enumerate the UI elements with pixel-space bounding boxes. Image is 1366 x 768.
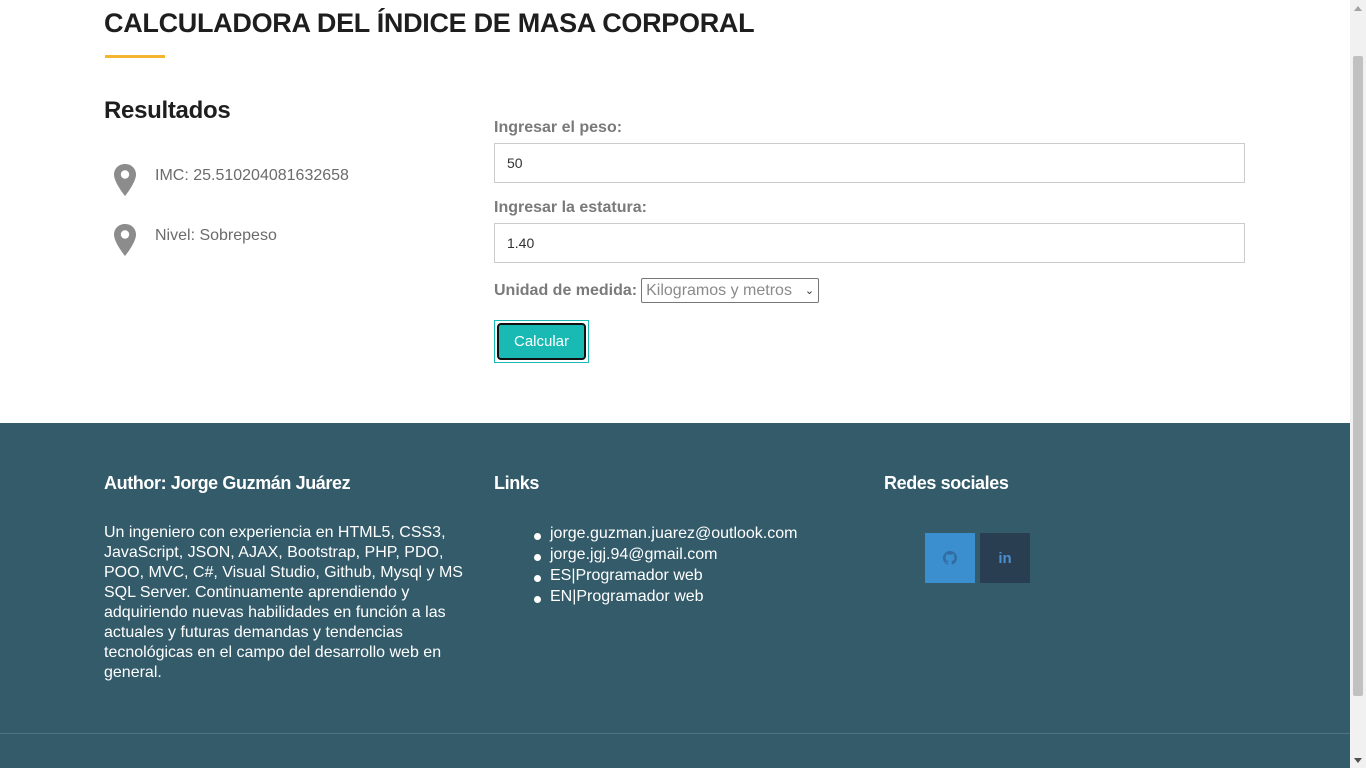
links-heading: Links [494, 473, 540, 493]
calcular-focus-ring: Calcular [494, 320, 589, 363]
results-heading: Resultados [104, 97, 231, 124]
nivel-value: Nivel: Sobrepeso [155, 227, 277, 244]
footer-divider [0, 733, 1350, 734]
linkedin-icon: in [998, 549, 1012, 567]
scrollbar-thumb[interactable] [1353, 56, 1363, 696]
author-heading: Author: Jorge Guzmán Juárez [104, 473, 351, 493]
vertical-scrollbar[interactable] [1350, 0, 1366, 768]
page: CALCULADORA DEL ÍNDICE DE MASA CORPORAL … [0, 0, 1350, 768]
unidad-label: Unidad de medida: [494, 281, 638, 299]
github-button[interactable] [925, 533, 975, 583]
unidad-select[interactable]: Kilogramos y metros ⌄ [641, 278, 820, 303]
chevron-down-icon: ⌄ [804, 285, 815, 297]
unidad-selected-value: Kilogramos y metros [646, 281, 792, 299]
author-about: Un ingeniero con experiencia en HTML5, C… [104, 524, 463, 681]
link-en[interactable]: EN|Programador web [534, 586, 797, 607]
peso-label: Ingresar el peso: [494, 119, 623, 136]
title-underline [105, 55, 165, 58]
github-icon [943, 551, 957, 565]
link-outlook-email[interactable]: jorge.guzman.juarez@outlook.com [534, 523, 797, 544]
link-gmail-email[interactable]: jorge.jgj.94@gmail.com [534, 544, 797, 565]
peso-input[interactable]: 50 [494, 143, 1245, 183]
scroll-up-arrow-icon[interactable] [1350, 0, 1366, 16]
estatura-input[interactable]: 1.40 [494, 223, 1245, 263]
calcular-button[interactable]: Calcular [497, 323, 586, 360]
page-title: CALCULADORA DEL ÍNDICE DE MASA CORPORAL [104, 8, 755, 38]
social-heading: Redes sociales [884, 473, 1009, 493]
map-marker-icon [114, 224, 136, 256]
links-list: jorge.guzman.juarez@outlook.com jorge.jg… [534, 523, 797, 607]
unidad-row: Unidad de medida: Kilogramos y metros ⌄ [494, 278, 820, 303]
estatura-label: Ingresar la estatura: [494, 199, 647, 216]
imc-value: IMC: 25.510204081632658 [155, 167, 349, 184]
map-marker-icon [114, 164, 136, 196]
linkedin-button[interactable]: in [980, 533, 1030, 583]
footer: Author: Jorge Guzmán Juárez Un ingeniero… [0, 423, 1350, 768]
link-es[interactable]: ES|Programador web [534, 565, 797, 586]
scroll-down-arrow-icon[interactable] [1350, 752, 1366, 768]
